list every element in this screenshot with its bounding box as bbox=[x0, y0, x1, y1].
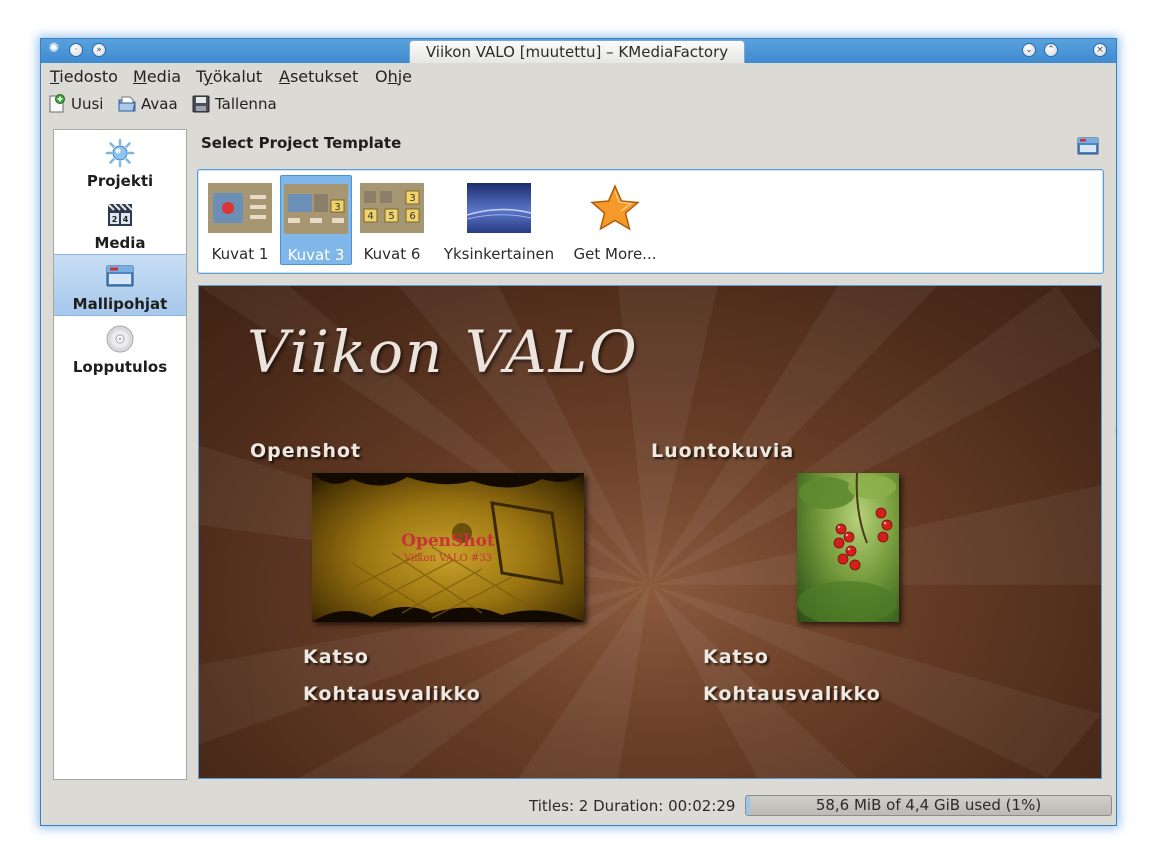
sidebar-item-label: Lopputulos bbox=[72, 358, 168, 376]
template-name: Kuvat 6 bbox=[363, 245, 421, 263]
berries-photo bbox=[797, 473, 897, 622]
sidebar-item-project[interactable]: Projekti bbox=[54, 132, 186, 192]
templates-panel-icon[interactable] bbox=[1077, 137, 1099, 155]
sidebar-item-label: Mallipohjat bbox=[72, 295, 168, 313]
svg-text:4: 4 bbox=[367, 211, 373, 222]
new-button[interactable]: Uusi bbox=[47, 93, 103, 115]
svg-text:2: 2 bbox=[112, 215, 118, 224]
svg-text:3: 3 bbox=[334, 202, 340, 213]
template-thumbnail-kuvat3: 3 bbox=[284, 184, 348, 234]
app-menu-icon[interactable]: ✺ bbox=[47, 42, 61, 57]
preview-play-button[interactable]: Katso bbox=[703, 646, 769, 668]
main-window: ✺ · » Viikon VALO [muutettu] – KMediaFac… bbox=[40, 38, 1117, 826]
get-more-templates[interactable]: Get More... bbox=[568, 175, 662, 265]
disk-usage-bar: 58,6 MiB of 4,4 GiB used (1%) bbox=[745, 795, 1112, 816]
section-title: Select Project Template bbox=[201, 134, 402, 152]
menu-file[interactable]: Tiedosto bbox=[50, 67, 118, 86]
shade-icon[interactable]: » bbox=[92, 43, 106, 57]
new-button-label: Uusi bbox=[71, 95, 104, 113]
title-bar[interactable]: ✺ · » Viikon VALO [muutettu] – KMediaFac… bbox=[41, 39, 1116, 63]
open-button-label: Avaa bbox=[141, 95, 178, 113]
disk-usage-label: 58,6 MiB of 4,4 GiB used (1%) bbox=[815, 796, 1042, 814]
template-item[interactable]: Kuvat 1 bbox=[204, 175, 276, 265]
sidebar-item-output[interactable]: Lopputulos bbox=[54, 318, 186, 378]
menu-file-mnemonic: T bbox=[50, 67, 60, 86]
template-name: Yksinkertainen bbox=[443, 245, 555, 263]
maximize-icon[interactable]: ⌃ bbox=[1044, 43, 1058, 57]
template-item[interactable]: Yksinkertainen bbox=[436, 175, 562, 265]
menu-file-label: iedosto bbox=[59, 67, 118, 86]
menu-tools-label: ökalut bbox=[212, 67, 263, 86]
disk-usage-fill bbox=[746, 796, 750, 815]
close-icon[interactable]: × bbox=[1093, 43, 1107, 57]
save-button-label: Tallenna bbox=[215, 95, 277, 113]
sidebar-item-media[interactable]: 2 4 Media bbox=[54, 194, 186, 254]
status-summary: Titles: 2 Duration: 00:02:29 bbox=[529, 797, 736, 815]
preview-thumbnail-openshot: OpenShot Viikon VALO #33 bbox=[312, 473, 584, 622]
menu-tools[interactable]: Työkalut bbox=[196, 67, 262, 86]
menu-help-prefix: O bbox=[375, 67, 388, 86]
menu-help-label: je bbox=[397, 67, 413, 86]
template-list: Kuvat 1 3 Kuvat 3 3 4 5 6 Kuvat 6 Yksink… bbox=[197, 169, 1104, 274]
template-thumbnail-kuvat1 bbox=[208, 183, 272, 233]
svg-text:4: 4 bbox=[123, 215, 129, 224]
new-document-icon bbox=[47, 94, 67, 114]
templates-icon bbox=[106, 265, 134, 287]
open-button[interactable]: Avaa bbox=[117, 93, 178, 115]
menu-help-mnemonic: h bbox=[387, 67, 398, 86]
template-thumbnail-simple bbox=[467, 183, 531, 233]
media-icon: 2 4 bbox=[107, 203, 133, 226]
window-title: Viikon VALO [muutettu] – KMediaFactory bbox=[409, 40, 745, 63]
menu-media-mnemonic: M bbox=[133, 67, 147, 86]
menu-bar: Tiedosto Media Työkalut Asetukset Ohje bbox=[41, 65, 1116, 89]
template-item[interactable]: 3 4 5 6 Kuvat 6 bbox=[356, 175, 428, 265]
preview-title: Viikon VALO bbox=[247, 318, 639, 386]
splitter-handle[interactable]: ⋮ bbox=[1112, 427, 1116, 437]
star-icon bbox=[590, 184, 640, 231]
svg-text:5: 5 bbox=[388, 211, 394, 222]
openshot-photo-subtitle: Viikon VALO #33 bbox=[403, 553, 493, 564]
save-disk-icon bbox=[191, 94, 211, 114]
template-name: Get More... bbox=[573, 245, 657, 263]
svg-text:3: 3 bbox=[409, 193, 415, 204]
menu-tools-mnemonic: y bbox=[203, 67, 213, 86]
menu-settings-mnemonic: A bbox=[279, 67, 290, 86]
menu-media[interactable]: Media bbox=[133, 67, 181, 86]
keep-below-icon[interactable]: · bbox=[69, 43, 83, 57]
menu-help[interactable]: Ohje bbox=[375, 67, 412, 86]
output-disc-icon bbox=[106, 325, 134, 353]
open-folder-icon bbox=[117, 94, 137, 114]
openshot-photo-title: OpenShot bbox=[401, 531, 495, 551]
sidebar-item-templates[interactable]: Mallipohjat bbox=[54, 254, 186, 316]
project-icon bbox=[105, 138, 135, 168]
sidebar-item-label: Projekti bbox=[86, 172, 154, 190]
toolbar: Uusi Avaa Tallenna bbox=[41, 91, 1116, 117]
menu-settings-label: setukset bbox=[289, 67, 359, 86]
template-preview: Viikon VALO Openshot OpenShot Viikon VAL… bbox=[198, 285, 1102, 779]
preview-thumbnail-nature bbox=[797, 473, 899, 622]
sidebar-item-label: Media bbox=[94, 234, 146, 252]
save-button[interactable]: Tallenna bbox=[191, 93, 277, 115]
template-name: Kuvat 3 bbox=[287, 246, 345, 264]
menu-settings[interactable]: Asetukset bbox=[279, 67, 358, 86]
preview-play-button[interactable]: Katso bbox=[303, 646, 369, 668]
template-thumbnail-kuvat6: 3 4 5 6 bbox=[360, 183, 424, 233]
preview-item-title: Luontokuvia bbox=[651, 440, 795, 462]
preview-item-title: Openshot bbox=[250, 440, 362, 462]
preview-chapters-button[interactable]: Kohtausvalikko bbox=[303, 683, 481, 705]
sidebar: Projekti 2 4 Media Mallipohjat Lopputulo… bbox=[53, 129, 187, 780]
template-name: Kuvat 1 bbox=[211, 245, 269, 263]
minimize-icon[interactable]: ⌄ bbox=[1022, 43, 1036, 57]
preview-chapters-button[interactable]: Kohtausvalikko bbox=[703, 683, 881, 705]
template-item-selected[interactable]: 3 Kuvat 3 bbox=[280, 175, 352, 265]
menu-media-label: edia bbox=[146, 67, 182, 86]
svg-text:6: 6 bbox=[409, 211, 415, 222]
